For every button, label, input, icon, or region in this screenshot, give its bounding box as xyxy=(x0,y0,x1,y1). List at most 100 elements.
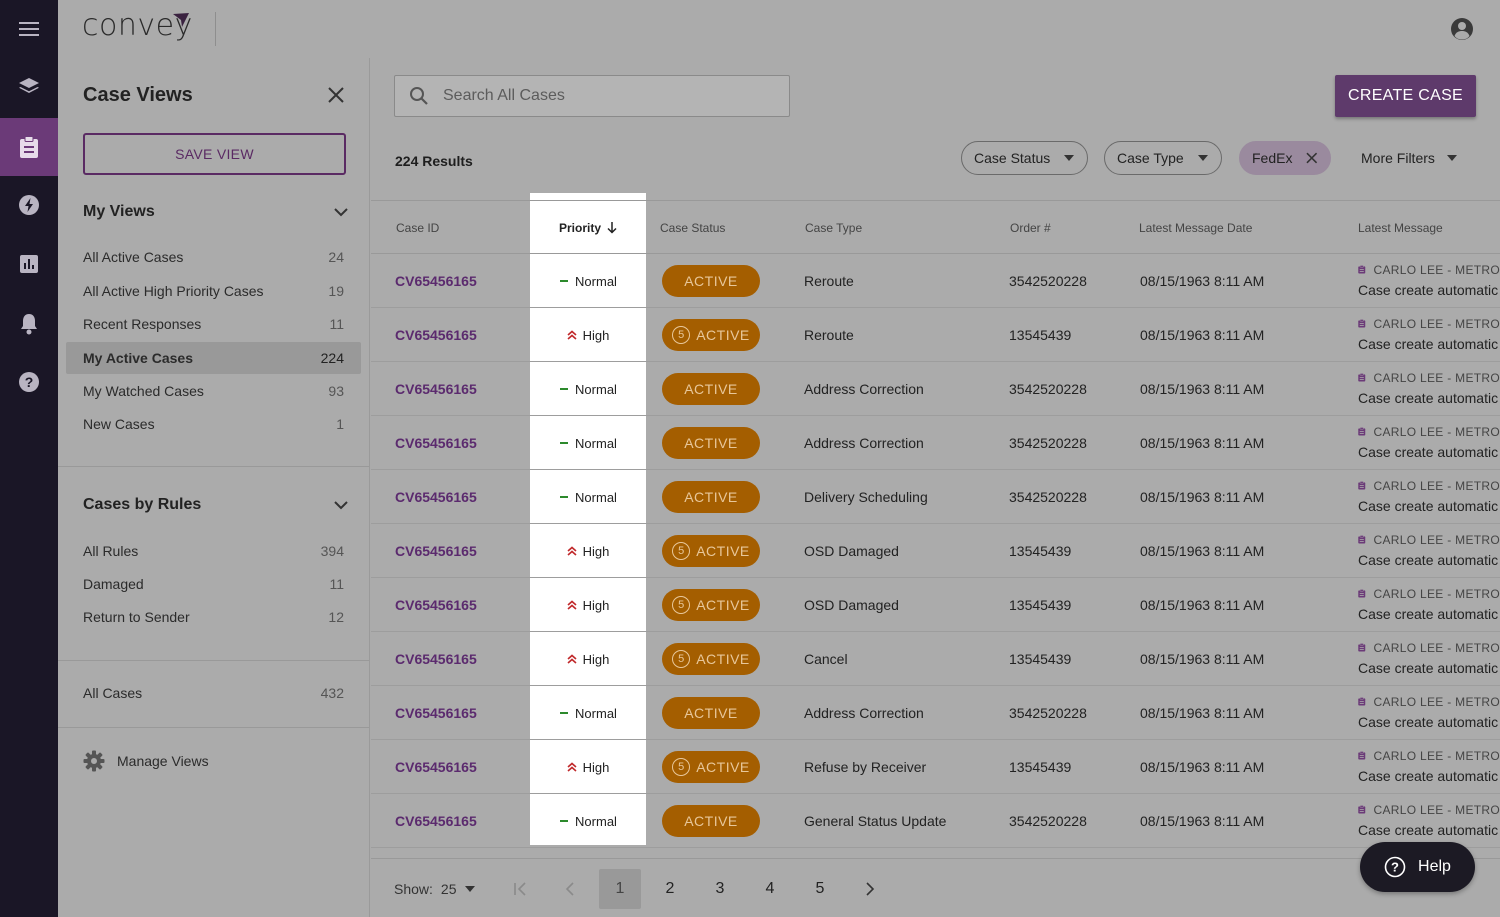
manage-views-button[interactable]: Manage Views xyxy=(83,750,209,772)
next-page-button[interactable] xyxy=(849,869,891,909)
status-badge[interactable]: ACTIVE xyxy=(662,373,760,405)
nav-help[interactable]: ? xyxy=(0,353,58,411)
search-input[interactable] xyxy=(443,87,763,105)
page-size-select[interactable]: Show: 25 xyxy=(394,881,475,897)
create-case-button[interactable]: CREATE CASE xyxy=(1335,75,1476,117)
case-id-link[interactable]: CV65456165 xyxy=(395,578,477,632)
rule-item[interactable]: Damaged 11 xyxy=(66,568,361,600)
page-button-current[interactable]: 1 xyxy=(599,869,641,909)
view-item[interactable]: All Active High Priority Cases 19 xyxy=(66,275,361,307)
latest-message-cell[interactable]: CARLO LEE - METRO Case create automatic xyxy=(1358,586,1500,623)
table-row[interactable]: CV65456165 Normal ACTIVE Delivery Schedu… xyxy=(371,470,1500,524)
latest-message-cell[interactable]: CARLO LEE - METRO Case create automatic xyxy=(1358,316,1500,353)
status-badge[interactable]: 5 ACTIVE xyxy=(662,751,760,783)
status-badge[interactable]: ACTIVE xyxy=(662,805,760,837)
more-filters-button[interactable]: More Filters xyxy=(1361,150,1457,166)
view-item[interactable]: New Cases 1 xyxy=(66,408,361,440)
first-page-button[interactable] xyxy=(499,869,541,909)
account-icon[interactable] xyxy=(1450,17,1474,41)
page-button[interactable]: 3 xyxy=(699,869,741,909)
table-row[interactable]: CV65456165 High 5 ACTIVE Reroute 13545439… xyxy=(371,308,1500,362)
table-row[interactable]: CV65456165 Normal ACTIVE Address Correct… xyxy=(371,362,1500,416)
table-row[interactable]: CV65456165 Normal ACTIVE Address Correct… xyxy=(371,686,1500,740)
help-button[interactable]: ? Help xyxy=(1360,842,1475,892)
save-view-button[interactable]: SAVE VIEW xyxy=(83,133,346,175)
status-badge[interactable]: 5 ACTIVE xyxy=(662,319,760,351)
status-badge[interactable]: 5 ACTIVE xyxy=(662,589,760,621)
close-icon[interactable] xyxy=(1306,152,1318,164)
nav-activity[interactable] xyxy=(0,176,58,234)
close-icon[interactable] xyxy=(327,86,345,104)
message-sender: CARLO LEE - METRO xyxy=(1373,316,1500,331)
table-row[interactable]: CV65456165 High 5 ACTIVE Refuse by Receiv… xyxy=(371,740,1500,794)
chevron-down-icon[interactable] xyxy=(334,500,348,510)
menu-button[interactable] xyxy=(0,0,58,58)
case-type-cell: Reroute xyxy=(804,273,854,289)
status-badge[interactable]: 5 ACTIVE xyxy=(662,643,760,675)
page-button[interactable]: 5 xyxy=(799,869,841,909)
latest-message-cell[interactable]: CARLO LEE - METRO Case create automatic xyxy=(1358,424,1500,461)
nav-layers[interactable] xyxy=(0,58,58,116)
table-row[interactable]: CV65456165 Normal ACTIVE Address Correct… xyxy=(371,416,1500,470)
header-order[interactable]: Order # xyxy=(1010,201,1051,255)
latest-message-cell[interactable]: CARLO LEE - METRO Case create automatic xyxy=(1358,802,1500,839)
case-status-filter[interactable]: Case Status xyxy=(961,141,1088,175)
header-case-status[interactable]: Case Status xyxy=(660,201,725,255)
header-case-type[interactable]: Case Type xyxy=(805,201,862,255)
view-item[interactable]: Recent Responses 11 xyxy=(66,308,361,340)
view-item-selected[interactable]: My Active Cases 224 xyxy=(66,342,361,374)
case-id-link[interactable]: CV65456165 xyxy=(395,632,477,686)
case-id-link[interactable]: CV65456165 xyxy=(395,416,477,470)
case-id-link[interactable]: CV65456165 xyxy=(395,524,477,578)
status-badge[interactable]: ACTIVE xyxy=(662,481,760,513)
header-latest-date[interactable]: Latest Message Date xyxy=(1139,201,1252,255)
latest-message-cell[interactable]: CARLO LEE - METRO Case create automatic xyxy=(1358,748,1500,785)
table-row[interactable]: CV65456165 Normal ACTIVE Reroute 3542520… xyxy=(371,254,1500,308)
all-cases-item[interactable]: All Cases 432 xyxy=(66,677,361,709)
status-badge[interactable]: 5 ACTIVE xyxy=(662,535,760,567)
latest-message-cell[interactable]: CARLO LEE - METRO Case create automatic xyxy=(1358,370,1500,407)
case-id-link[interactable]: CV65456165 xyxy=(395,740,477,794)
page-button[interactable]: 2 xyxy=(649,869,691,909)
page-button[interactable]: 4 xyxy=(749,869,791,909)
case-id-link[interactable]: CV65456165 xyxy=(395,362,477,416)
table-row[interactable]: CV65456165 Normal ACTIVE General Status … xyxy=(371,794,1500,848)
nav-notifications[interactable] xyxy=(0,295,58,353)
latest-message-cell[interactable]: CARLO LEE - METRO Case create automatic xyxy=(1358,640,1500,677)
latest-date-cell: 08/15/1963 8:11 AM xyxy=(1140,759,1265,775)
status-text: ACTIVE xyxy=(696,651,750,667)
nav-reports[interactable] xyxy=(0,235,58,293)
table-row[interactable]: CV65456165 High 5 ACTIVE Cancel 13545439 … xyxy=(371,632,1500,686)
latest-message-cell[interactable]: CARLO LEE - METRO Case create automatic xyxy=(1358,532,1500,569)
case-id-link[interactable]: CV65456165 xyxy=(395,254,477,308)
header-case-id[interactable]: Case ID xyxy=(396,201,439,255)
case-id-link[interactable]: CV65456165 xyxy=(395,470,477,524)
table-row[interactable]: CV65456165 High 5 ACTIVE OSD Damaged 1354… xyxy=(371,524,1500,578)
nav-cases[interactable] xyxy=(0,118,58,176)
view-item[interactable]: All Active Cases 24 xyxy=(66,241,361,273)
chevron-down-icon xyxy=(464,886,475,892)
status-badge[interactable]: ACTIVE xyxy=(662,427,760,459)
case-id-link[interactable]: CV65456165 xyxy=(395,308,477,362)
view-item[interactable]: My Watched Cases 93 xyxy=(66,375,361,407)
my-views-header[interactable]: My Views xyxy=(83,203,348,221)
latest-message-cell[interactable]: CARLO LEE - METRO Case create automatic xyxy=(1358,694,1500,731)
table-row[interactable]: CV65456165 High 5 ACTIVE OSD Damaged 1354… xyxy=(371,578,1500,632)
case-type-filter[interactable]: Case Type xyxy=(1104,141,1222,175)
fedex-filter-chip[interactable]: FedEx xyxy=(1239,141,1331,175)
latest-message-cell[interactable]: CARLO LEE - METRO Case create automatic xyxy=(1358,478,1500,515)
prev-page-button[interactable] xyxy=(549,869,591,909)
rules-header[interactable]: Cases by Rules xyxy=(83,496,348,514)
case-id-link[interactable]: CV65456165 xyxy=(395,794,477,848)
view-count: 93 xyxy=(328,383,344,399)
status-badge[interactable]: ACTIVE xyxy=(662,265,760,297)
rule-item[interactable]: All Rules 394 xyxy=(66,535,361,567)
header-latest-message[interactable]: Latest Message xyxy=(1358,201,1443,255)
status-badge[interactable]: ACTIVE xyxy=(662,697,760,729)
chevron-down-icon[interactable] xyxy=(334,207,348,217)
header-priority[interactable]: Priority xyxy=(530,201,646,255)
rule-item[interactable]: Return to Sender 12 xyxy=(66,601,361,633)
case-id-link[interactable]: CV65456165 xyxy=(395,686,477,740)
latest-message-cell[interactable]: CARLO LEE - METRO Case create automatic xyxy=(1358,262,1500,299)
search-box[interactable] xyxy=(394,75,790,117)
